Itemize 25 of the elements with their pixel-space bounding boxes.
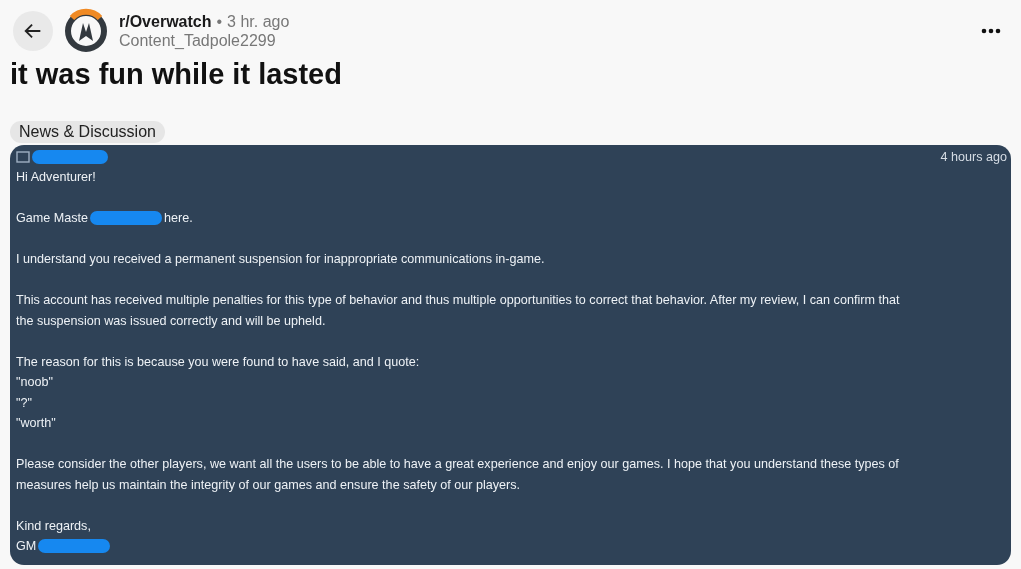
subreddit-link[interactable]: r/Overwatch: [119, 12, 212, 31]
flair-tag[interactable]: News & Discussion: [10, 121, 165, 143]
message-text: "?": [16, 395, 32, 410]
message-text: Please consider the other players, we want all the users to be able to have a great experience and enjoy our games. I hope that you understand these types of: [16, 457, 899, 472]
message-text: This account has received multiple penalties for this type of behavior and thus multiple opportunities to correct that behavior. After my review, I can confirm that: [16, 293, 900, 308]
separator-dot: •: [216, 12, 223, 31]
subreddit-logo-icon: [63, 8, 109, 54]
message-text: Hi Adventurer!: [16, 170, 96, 185]
message-text: Game Maste: [16, 211, 89, 226]
post-time: 3 hr. ago: [227, 12, 290, 31]
message-text: I understand you received a permanent suspension for inappropriate communications in-game.: [16, 252, 545, 267]
message-text: The reason for this is because you were found to have said, and I quote:: [16, 354, 420, 369]
message-text: the suspension was issued correctly and will be upheld.: [16, 313, 326, 328]
author-name[interactable]: Content_Tadpole2299: [119, 31, 967, 50]
message-text: "noob": [16, 375, 53, 390]
message-text: Kind regards,: [16, 518, 91, 533]
back-button[interactable]: [13, 11, 53, 51]
message-text: here.: [164, 211, 193, 226]
post-title: it was fun while it lasted: [10, 58, 343, 91]
message-text: GM: [16, 539, 37, 554]
message-text: "worth": [16, 416, 56, 431]
sender-logo-icon: [16, 151, 30, 163]
message-text: measures help us maintain the integrity of our games and ensure the safety of our players.: [16, 477, 521, 492]
message-timestamp: 4 hours ago: [940, 150, 1007, 164]
more-icon: [981, 28, 1001, 34]
